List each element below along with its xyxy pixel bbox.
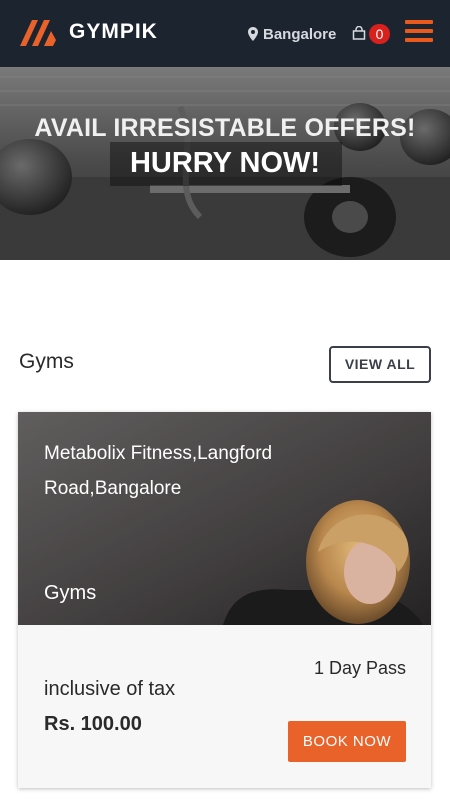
logo-icon[interactable]: [18, 14, 60, 48]
location-selector[interactable]: Bangalore: [248, 24, 336, 44]
gym-card-image: Metabolix Fitness,Langford Road,Bangalor…: [18, 412, 431, 625]
book-now-button[interactable]: BOOK NOW: [288, 721, 406, 762]
gym-card[interactable]: Metabolix Fitness,Langford Road,Bangalor…: [18, 412, 431, 788]
tax-note: inclusive of tax: [44, 678, 176, 700]
cart-button[interactable]: 0: [352, 23, 390, 45]
price: Rs. 100.00: [44, 713, 142, 735]
cart-count-badge: 0: [369, 24, 390, 44]
shopping-bag-icon: [352, 26, 366, 40]
banner-call-to-action: HURRY NOW!: [129, 147, 321, 179]
map-pin-icon: [248, 27, 258, 41]
hamburger-menu-icon[interactable]: [405, 20, 433, 43]
pass-type: 1 Day Pass: [313, 658, 406, 678]
promo-banner[interactable]: AVAIL IRRESISTABLE OFFERS! HURRY NOW!: [0, 67, 450, 260]
location-label: Bangalore: [263, 25, 337, 43]
top-navigation-bar: GYMPIK Bangalore 0: [0, 0, 450, 67]
gym-category: Gyms: [44, 582, 97, 604]
gym-name[interactable]: Metabolix Fitness,Langford Road,Bangalor…: [44, 436, 294, 506]
section-title: Gyms: [19, 350, 74, 373]
brand-name[interactable]: GYMPIK: [69, 20, 158, 44]
banner-headline: AVAIL IRRESISTABLE OFFERS!: [34, 114, 416, 142]
view-all-button[interactable]: VIEW ALL: [329, 346, 431, 383]
